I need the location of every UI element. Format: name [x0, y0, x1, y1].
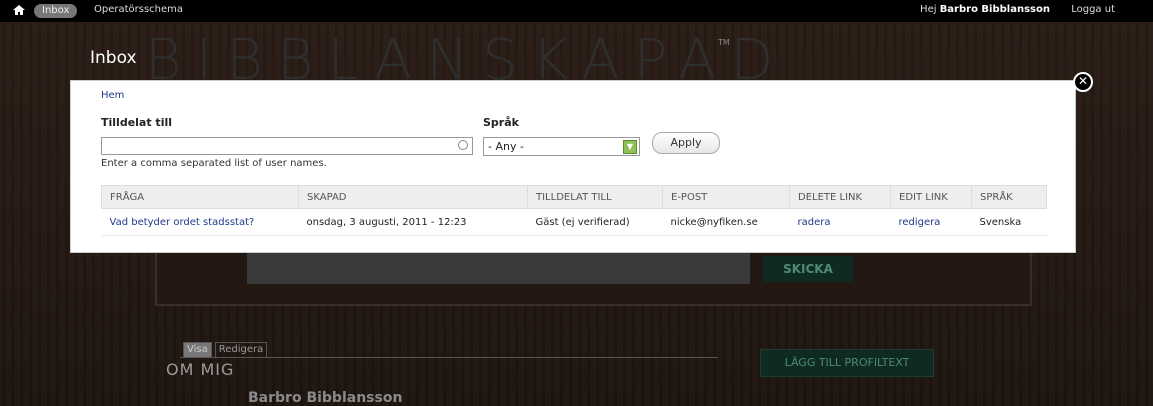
table-row: Vad betyder ordet stadsstat? onsdag, 3 a…	[101, 208, 1047, 236]
greeting-prefix: Hej	[920, 4, 937, 15]
created-cell: onsdag, 3 augusti, 2011 - 12:23	[298, 208, 528, 236]
schedule-link[interactable]: Operatörsschema	[94, 4, 183, 15]
delete-link[interactable]: radera	[798, 217, 831, 228]
col-question[interactable]: FRÅGA	[101, 185, 299, 209]
autocomplete-icon	[458, 140, 468, 150]
question-textarea[interactable]	[247, 250, 750, 284]
apply-button[interactable]: Apply	[652, 132, 720, 154]
edit-link[interactable]: redigera	[899, 217, 941, 228]
question-cell: Vad betyder ordet stadsstat?	[101, 208, 299, 236]
tab-divider	[180, 357, 718, 358]
col-assigned[interactable]: TILLDELAT TILL	[527, 185, 663, 209]
tab-view[interactable]: Visa	[183, 342, 212, 358]
profile-tabs: Visa Redigera	[183, 342, 270, 358]
col-email[interactable]: E-POST	[662, 185, 790, 209]
question-link[interactable]: Vad betyder ordet stadsstat?	[110, 217, 255, 228]
breadcrumb-home[interactable]: Hem	[101, 90, 124, 101]
add-profile-text-button[interactable]: LÄGG TILL PROFILTEXT	[760, 349, 934, 377]
col-edit: EDIT LINK	[890, 185, 972, 209]
assigned-to-hint: Enter a comma separated list of user nam…	[101, 158, 327, 169]
logout-link[interactable]: Logga ut	[1071, 4, 1115, 15]
col-created[interactable]: SKAPAD	[298, 185, 528, 209]
delete-cell: radera	[789, 208, 891, 236]
language-label: Språk	[483, 116, 519, 129]
edit-cell: redigera	[890, 208, 972, 236]
col-language[interactable]: SPRÅK	[971, 185, 1047, 209]
close-icon[interactable]: ✕	[1073, 72, 1093, 92]
language-cell: Svenska	[971, 208, 1047, 236]
language-selected: - Any -	[488, 140, 524, 153]
overlay-title: Inbox	[90, 48, 137, 68]
assigned-to-label: Tilldelat till	[101, 116, 173, 129]
inbox-pill[interactable]: Inbox	[34, 4, 78, 18]
inbox-modal: Hem Tilldelat till Enter a comma separat…	[70, 80, 1076, 253]
user-name[interactable]: Barbro Bibblansson	[940, 4, 1050, 15]
home-icon[interactable]	[12, 3, 26, 17]
assigned-cell: Gäst (ej verifierad)	[527, 208, 663, 236]
greeting: Hej Barbro Bibblansson	[920, 4, 1050, 15]
admin-toolbar: Inbox Operatörsschema Hej Barbro Bibblan…	[0, 0, 1153, 22]
chevron-down-icon[interactable]: ▼	[623, 140, 637, 154]
inbox-table: FRÅGA SKAPAD TILLDELAT TILL E-POST DELET…	[101, 185, 1047, 236]
language-select[interactable]: - Any - ▼	[483, 137, 640, 156]
profile-name: Barbro Bibblansson	[248, 390, 403, 406]
send-button[interactable]: SKICKA	[763, 256, 853, 282]
tab-edit[interactable]: Redigera	[214, 342, 268, 358]
trademark: TM	[718, 38, 730, 47]
section-title: OM MIG	[166, 360, 235, 379]
col-delete: DELETE LINK	[789, 185, 891, 209]
email-cell: nicke@nyfiken.se	[662, 208, 790, 236]
assigned-to-input[interactable]	[101, 137, 473, 155]
table-header-row: FRÅGA SKAPAD TILLDELAT TILL E-POST DELET…	[101, 185, 1047, 209]
